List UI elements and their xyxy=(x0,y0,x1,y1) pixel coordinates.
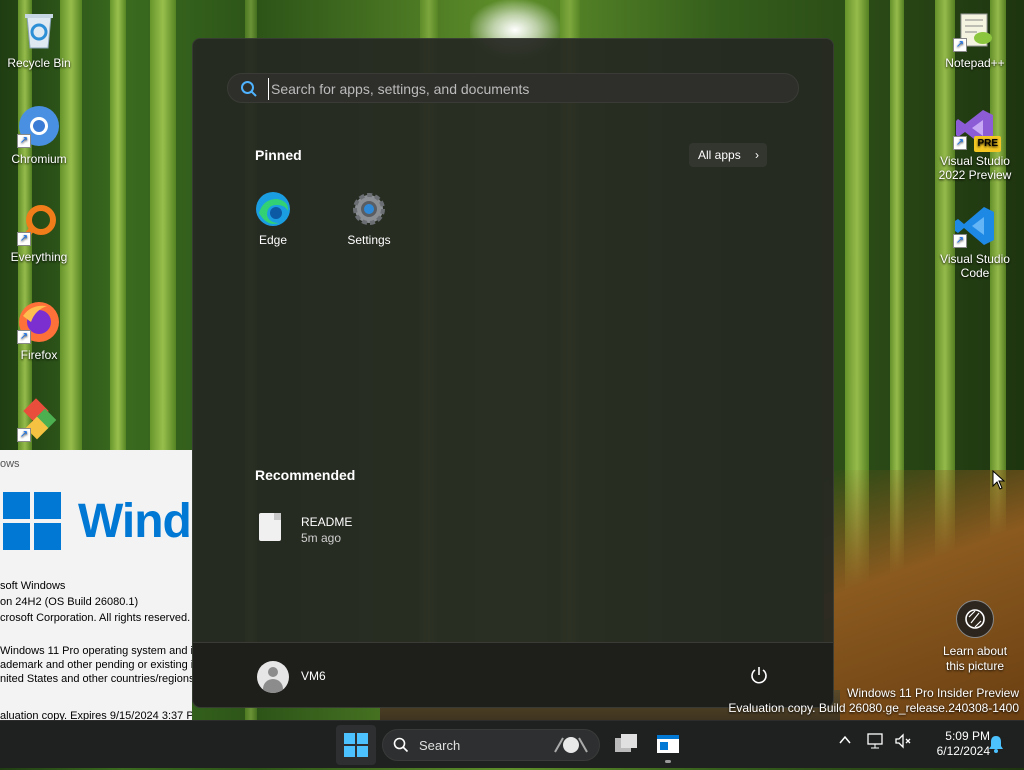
edge-icon xyxy=(255,191,291,227)
clock-time: 5:09 PM xyxy=(945,729,990,743)
system-clock[interactable]: 5:09 PM 6/12/2024 xyxy=(920,729,990,759)
git-icon: ↗ xyxy=(17,398,61,442)
recycle-bin-icon xyxy=(17,8,61,52)
desktop-icon-vscode[interactable]: ↗ Visual Studio Code xyxy=(936,204,1014,280)
notepadpp-icon: ↗ xyxy=(953,8,997,52)
desktop-icon-git[interactable]: ↗ xyxy=(0,398,78,446)
all-apps-label: All apps xyxy=(698,148,741,162)
start-menu: Pinned All apps › Edge Settings Recommen… xyxy=(192,38,834,708)
taskbar-app-about[interactable] xyxy=(648,725,688,765)
recommended-item-name: README xyxy=(301,515,353,529)
settings-gear-icon xyxy=(351,191,387,227)
firefox-icon: ↗ xyxy=(17,300,61,344)
pinned-app-label: Settings xyxy=(347,233,391,247)
about-line: aluation copy. Expires 9/15/2024 3:37 PM xyxy=(0,710,192,720)
clock-date: 6/12/2024 xyxy=(936,744,990,758)
show-hidden-icons-button[interactable] xyxy=(838,733,852,752)
everything-search-icon: ↗ xyxy=(17,202,61,246)
search-icon xyxy=(240,80,258,103)
power-icon xyxy=(751,667,767,684)
recommended-heading: Recommended xyxy=(255,467,356,483)
user-name[interactable]: VM6 xyxy=(301,669,326,683)
bell-icon xyxy=(989,736,1003,753)
pinned-app-edge[interactable]: Edge xyxy=(233,191,313,247)
shortcut-arrow-icon: ↗ xyxy=(953,136,967,150)
network-icon xyxy=(867,733,883,749)
about-line: nited States and other countries/regions xyxy=(0,673,192,685)
mouse-cursor-icon xyxy=(992,469,1006,495)
volume-muted-icon xyxy=(895,733,911,749)
desktop-icon-label: Everything xyxy=(10,250,68,264)
desktop-icon-firefox[interactable]: ↗ Firefox xyxy=(0,300,78,362)
app-window-icon xyxy=(657,735,679,753)
desktop-icon-label: Chromium xyxy=(11,152,67,166)
search-highlight-icon xyxy=(554,737,588,753)
evaluation-watermark: Windows 11 Pro Insider Preview Evaluatio… xyxy=(728,686,1019,716)
desktop-icon-label: Firefox xyxy=(20,348,58,362)
watermark-line: Evaluation copy. Build 26080.ge_release.… xyxy=(728,701,1019,715)
task-view-button[interactable] xyxy=(606,725,646,765)
recommended-item-readme[interactable]: README 5m ago xyxy=(259,513,379,549)
taskbar: Search 5:09 PM 6/12/2024 xyxy=(0,720,1024,768)
task-view-icon xyxy=(615,734,637,752)
window-title: ows xyxy=(0,458,20,470)
vscode-icon: ↗ xyxy=(953,204,997,248)
shortcut-arrow-icon: ↗ xyxy=(17,428,31,442)
about-line: on 24H2 (OS Build 26080.1) xyxy=(0,596,139,608)
start-search-input[interactable] xyxy=(268,78,793,100)
windows-logo-icon xyxy=(3,492,61,550)
shortcut-arrow-icon: ↗ xyxy=(17,134,31,148)
recommended-item-time: 5m ago xyxy=(301,531,342,545)
desktop-icon-chromium[interactable]: ↗ Chromium xyxy=(0,104,78,166)
preview-badge: PRE xyxy=(974,136,1001,152)
about-windows-window: ows Wind soft Windows on 24H2 (OS Build … xyxy=(0,450,192,720)
about-line: soft Windows xyxy=(0,580,66,592)
chevron-right-icon: › xyxy=(755,148,759,162)
all-apps-button[interactable]: All apps › xyxy=(689,143,767,167)
shortcut-arrow-icon: ↗ xyxy=(953,234,967,248)
shortcut-arrow-icon: ↗ xyxy=(17,232,31,246)
camera-icon xyxy=(956,600,994,638)
desktop-icon-label: Visual Studio Code xyxy=(940,252,1010,280)
shortcut-arrow-icon: ↗ xyxy=(953,38,967,52)
search-icon xyxy=(393,737,409,753)
learn-about-picture[interactable]: Learn about this picture xyxy=(930,600,1020,674)
start-button[interactable] xyxy=(336,725,376,765)
learn-about-label: Learn about this picture xyxy=(942,644,1008,673)
desktop-icon-label: Recycle Bin xyxy=(7,56,71,70)
desktop-icon-everything[interactable]: ↗ Everything xyxy=(0,202,78,264)
chromium-icon: ↗ xyxy=(17,104,61,148)
windows-start-icon xyxy=(344,733,368,757)
start-search-box[interactable] xyxy=(227,73,799,103)
shortcut-arrow-icon: ↗ xyxy=(17,330,31,344)
document-icon xyxy=(259,513,281,541)
taskbar-search[interactable]: Search xyxy=(382,729,600,761)
chevron-up-icon xyxy=(839,735,851,744)
volume-button[interactable] xyxy=(894,733,912,754)
desktop-icon-recycle-bin[interactable]: Recycle Bin xyxy=(0,8,78,70)
desktop-icon-notepadpp[interactable]: ↗ Notepad++ xyxy=(936,8,1014,70)
pinned-app-settings[interactable]: Settings xyxy=(329,191,409,247)
desktop-icon-visual-studio[interactable]: PRE ↗ Visual Studio 2022 Preview xyxy=(936,106,1014,182)
desktop-icon-label: Visual Studio 2022 Preview xyxy=(938,154,1012,182)
power-button[interactable] xyxy=(749,665,769,685)
running-indicator xyxy=(665,760,671,763)
notifications-button[interactable] xyxy=(988,735,1004,758)
watermark-line: Windows 11 Pro Insider Preview xyxy=(847,686,1019,700)
taskbar-search-label: Search xyxy=(419,738,461,753)
pinned-heading: Pinned xyxy=(255,147,302,163)
visual-studio-icon: PRE ↗ xyxy=(953,106,1001,152)
about-line: crosoft Corporation. All rights reserved… xyxy=(0,612,191,624)
windows-brand-text: Wind xyxy=(78,495,192,548)
about-line: ademark and other pending or existing in xyxy=(0,659,192,671)
user-avatar[interactable] xyxy=(257,661,289,693)
about-line: Windows 11 Pro operating system and its xyxy=(0,645,192,657)
network-button[interactable] xyxy=(866,733,886,754)
desktop-icon-label: Notepad++ xyxy=(945,56,1005,70)
pinned-app-label: Edge xyxy=(258,233,288,247)
